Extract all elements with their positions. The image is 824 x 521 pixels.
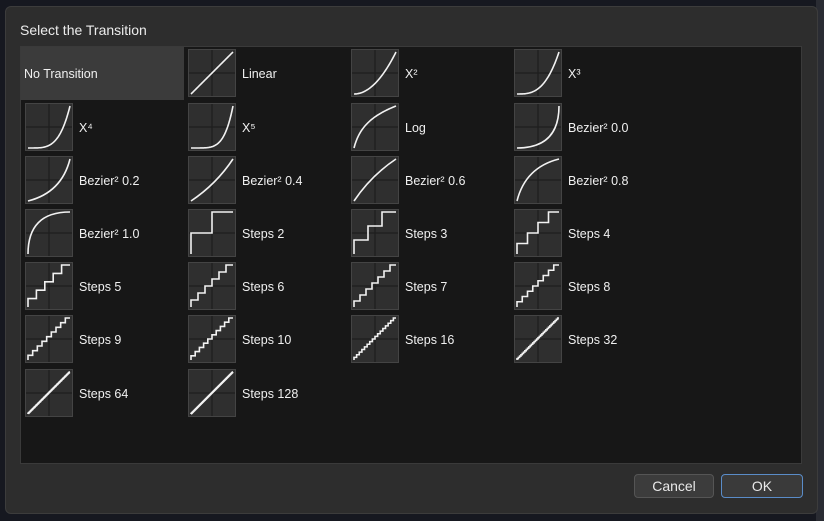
transition-label: Steps 9 bbox=[79, 332, 122, 347]
transition-item[interactable]: Steps 64 bbox=[21, 367, 184, 420]
transition-label: Log bbox=[405, 120, 426, 135]
transition-dialog: Select the Transition No Transition Linea… bbox=[5, 6, 818, 514]
x3-curve-icon bbox=[514, 49, 562, 97]
steps-icon bbox=[514, 209, 562, 257]
steps-icon bbox=[514, 262, 562, 310]
dialog-title: Select the Transition bbox=[20, 22, 147, 38]
transition-label: No Transition bbox=[24, 66, 98, 81]
transition-item[interactable]: X⁵ bbox=[184, 101, 347, 154]
bezier-curve-icon bbox=[514, 156, 562, 204]
transition-label: Bezier² 0.6 bbox=[405, 173, 466, 188]
transition-label: Steps 3 bbox=[405, 226, 448, 241]
x2-curve-icon bbox=[351, 49, 399, 97]
transition-label: Bezier² 0.4 bbox=[242, 173, 303, 188]
transition-label: X⁴ bbox=[79, 120, 93, 135]
transition-label: X⁵ bbox=[242, 120, 256, 135]
bezier-curve-icon bbox=[514, 103, 562, 151]
transition-label: Steps 6 bbox=[242, 279, 285, 294]
transition-item[interactable]: X³ bbox=[510, 47, 673, 100]
transition-item[interactable]: X⁴ bbox=[21, 101, 184, 154]
transition-item[interactable]: Linear bbox=[184, 47, 347, 100]
transition-item[interactable]: Steps 3 bbox=[347, 207, 510, 260]
steps-icon bbox=[351, 315, 399, 363]
x5-curve-icon bbox=[188, 103, 236, 151]
steps-icon bbox=[25, 315, 73, 363]
steps-icon bbox=[188, 369, 236, 417]
transition-item[interactable]: Bezier² 0.4 bbox=[184, 154, 347, 207]
transition-label: Bezier² 0.8 bbox=[568, 173, 629, 188]
transition-item[interactable]: Steps 9 bbox=[21, 313, 184, 366]
transition-label: Steps 8 bbox=[568, 279, 611, 294]
transition-item[interactable]: No Transition bbox=[21, 47, 184, 100]
transition-label: Steps 10 bbox=[242, 332, 292, 347]
bezier-curve-icon bbox=[25, 209, 73, 257]
transition-item[interactable]: Bezier² 0.8 bbox=[510, 154, 673, 207]
transition-item[interactable]: Log bbox=[347, 101, 510, 154]
steps-icon bbox=[351, 209, 399, 257]
transition-item[interactable]: Steps 4 bbox=[510, 207, 673, 260]
transition-item[interactable]: Steps 16 bbox=[347, 313, 510, 366]
transition-label: Steps 128 bbox=[242, 386, 299, 401]
steps-icon bbox=[514, 315, 562, 363]
transition-item[interactable]: Bezier² 0.6 bbox=[347, 154, 510, 207]
transition-item[interactable]: Bezier² 0.2 bbox=[21, 154, 184, 207]
transition-label: Bezier² 0.0 bbox=[568, 120, 629, 135]
transition-label: X² bbox=[405, 66, 418, 81]
steps-icon bbox=[25, 369, 73, 417]
steps-icon bbox=[188, 209, 236, 257]
transition-label: Steps 16 bbox=[405, 332, 455, 347]
ok-button[interactable]: OK bbox=[721, 474, 803, 498]
steps-icon bbox=[188, 262, 236, 310]
transition-item[interactable]: Steps 6 bbox=[184, 260, 347, 313]
transition-item[interactable]: Bezier² 1.0 bbox=[21, 207, 184, 260]
steps-icon bbox=[188, 315, 236, 363]
steps-icon bbox=[25, 262, 73, 310]
transition-item[interactable]: Steps 10 bbox=[184, 313, 347, 366]
bezier-curve-icon bbox=[188, 156, 236, 204]
transition-label: Steps 64 bbox=[79, 386, 129, 401]
transition-label: Steps 32 bbox=[568, 332, 618, 347]
bezier-curve-icon bbox=[351, 156, 399, 204]
transition-item[interactable]: Bezier² 0.0 bbox=[510, 101, 673, 154]
x4-curve-icon bbox=[25, 103, 73, 151]
transition-item[interactable]: X² bbox=[347, 47, 510, 100]
log-curve-icon bbox=[351, 103, 399, 151]
transition-label: X³ bbox=[568, 66, 581, 81]
steps-icon bbox=[351, 262, 399, 310]
transition-label: Steps 5 bbox=[79, 279, 122, 294]
transition-label: Steps 2 bbox=[242, 226, 285, 241]
transition-item[interactable]: Steps 32 bbox=[510, 313, 673, 366]
cancel-button[interactable]: Cancel bbox=[634, 474, 714, 498]
transition-label: Bezier² 1.0 bbox=[79, 226, 140, 241]
transition-item[interactable]: Steps 2 bbox=[184, 207, 347, 260]
bezier-curve-icon bbox=[25, 156, 73, 204]
transition-grid: No Transition Linear X² X³ X⁴ X⁵ Log Bezier² 0.… bbox=[20, 46, 802, 464]
transition-item[interactable]: Steps 8 bbox=[510, 260, 673, 313]
transition-item[interactable]: Steps 7 bbox=[347, 260, 510, 313]
linear-curve-icon bbox=[188, 49, 236, 97]
transition-item[interactable]: Steps 128 bbox=[184, 367, 347, 420]
transition-item[interactable]: Steps 5 bbox=[21, 260, 184, 313]
transition-label: Steps 4 bbox=[568, 226, 611, 241]
transition-label: Linear bbox=[242, 66, 277, 81]
transition-label: Steps 7 bbox=[405, 279, 448, 294]
transition-label: Bezier² 0.2 bbox=[79, 173, 140, 188]
